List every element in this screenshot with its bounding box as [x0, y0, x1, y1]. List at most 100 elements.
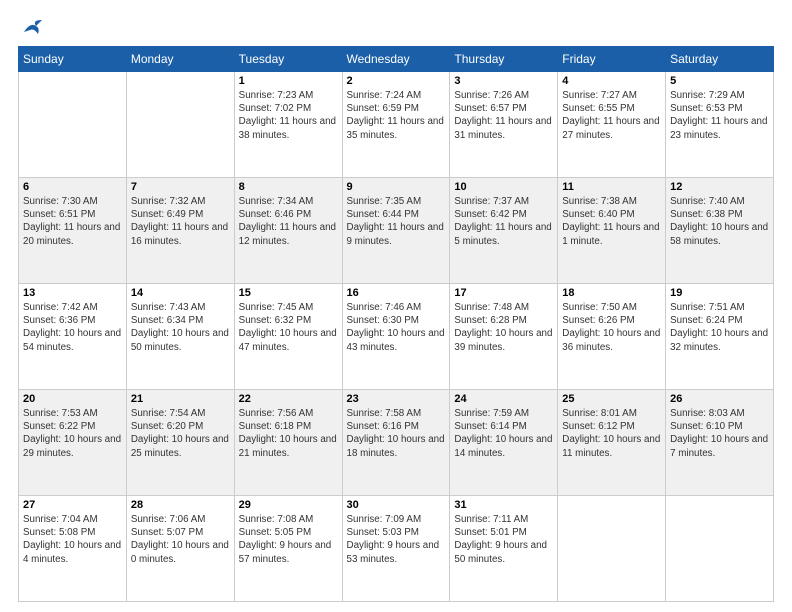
calendar-cell: 9 Sunrise: 7:35 AM Sunset: 6:44 PM Daylig…	[342, 178, 450, 284]
day-number: 30	[347, 499, 446, 511]
day-info: Sunrise: 7:54 AM Sunset: 6:20 PM Dayligh…	[131, 407, 230, 460]
calendar-cell: 15Sunrise: 7:45 AM Sunset: 6:32 PM Dayli…	[234, 284, 342, 390]
day-info: Sunrise: 7:38 AM Sunset: 6:40 PM Dayligh…	[562, 195, 661, 248]
day-number: 8	[239, 181, 338, 193]
day-number: 17	[454, 287, 553, 299]
calendar-cell: 20Sunrise: 7:53 AM Sunset: 6:22 PM Dayli…	[19, 390, 127, 496]
col-header-sunday: Sunday	[19, 47, 127, 72]
day-number: 29	[239, 499, 338, 511]
calendar-cell: 27 Sunrise: 7:04 AM Sunset: 5:08 PM Dayli…	[19, 496, 127, 602]
logo	[18, 18, 46, 36]
day-number: 19	[670, 287, 769, 299]
day-number: 26	[670, 393, 769, 405]
calendar-header-row: SundayMondayTuesdayWednesdayThursdayFrid…	[19, 47, 774, 72]
calendar-week-row: 1 Sunrise: 7:23 AM Sunset: 7:02 PM Daylig…	[19, 72, 774, 178]
day-number: 16	[347, 287, 446, 299]
day-number: 11	[562, 181, 661, 193]
day-number: 25	[562, 393, 661, 405]
day-info: Sunrise: 7:29 AM Sunset: 6:53 PM Dayligh…	[670, 89, 769, 142]
calendar-week-row: 20Sunrise: 7:53 AM Sunset: 6:22 PM Dayli…	[19, 390, 774, 496]
calendar-week-row: 13 Sunrise: 7:42 AM Sunset: 6:36 PM Dayli…	[19, 284, 774, 390]
day-number: 12	[670, 181, 769, 193]
day-number: 27	[23, 499, 122, 511]
day-number: 1	[239, 75, 338, 87]
day-info: Sunrise: 7:30 AM Sunset: 6:51 PM Dayligh…	[23, 195, 122, 248]
day-info: Sunrise: 7:50 AM Sunset: 6:26 PM Dayligh…	[562, 301, 661, 354]
calendar-cell: 13 Sunrise: 7:42 AM Sunset: 6:36 PM Dayli…	[19, 284, 127, 390]
calendar-cell	[126, 72, 234, 178]
col-header-friday: Friday	[558, 47, 666, 72]
day-number: 24	[454, 393, 553, 405]
day-info: Sunrise: 7:09 AM Sunset: 5:03 PM Dayligh…	[347, 513, 446, 566]
calendar-cell: 23 Sunrise: 7:58 AM Sunset: 6:16 PM Dayli…	[342, 390, 450, 496]
day-number: 3	[454, 75, 553, 87]
header	[18, 18, 774, 36]
calendar-cell: 6 Sunrise: 7:30 AM Sunset: 6:51 PM Daylig…	[19, 178, 127, 284]
day-info: Sunrise: 7:48 AM Sunset: 6:28 PM Dayligh…	[454, 301, 553, 354]
day-number: 28	[131, 499, 230, 511]
calendar-cell: 22Sunrise: 7:56 AM Sunset: 6:18 PM Dayli…	[234, 390, 342, 496]
calendar-cell: 2Sunrise: 7:24 AM Sunset: 6:59 PM Daylig…	[342, 72, 450, 178]
day-info: Sunrise: 8:01 AM Sunset: 6:12 PM Dayligh…	[562, 407, 661, 460]
day-info: Sunrise: 8:03 AM Sunset: 6:10 PM Dayligh…	[670, 407, 769, 460]
day-number: 6	[23, 181, 122, 193]
calendar-cell: 16 Sunrise: 7:46 AM Sunset: 6:30 PM Dayli…	[342, 284, 450, 390]
day-number: 9	[347, 181, 446, 193]
calendar-cell: 8Sunrise: 7:34 AM Sunset: 6:46 PM Daylig…	[234, 178, 342, 284]
calendar-week-row: 6 Sunrise: 7:30 AM Sunset: 6:51 PM Daylig…	[19, 178, 774, 284]
col-header-thursday: Thursday	[450, 47, 558, 72]
calendar: SundayMondayTuesdayWednesdayThursdayFrid…	[18, 46, 774, 602]
calendar-cell: 31Sunrise: 7:11 AM Sunset: 5:01 PM Dayli…	[450, 496, 558, 602]
day-info: Sunrise: 7:46 AM Sunset: 6:30 PM Dayligh…	[347, 301, 446, 354]
col-header-monday: Monday	[126, 47, 234, 72]
day-number: 18	[562, 287, 661, 299]
day-info: Sunrise: 7:51 AM Sunset: 6:24 PM Dayligh…	[670, 301, 769, 354]
day-info: Sunrise: 7:40 AM Sunset: 6:38 PM Dayligh…	[670, 195, 769, 248]
calendar-cell	[558, 496, 666, 602]
calendar-cell: 18 Sunrise: 7:50 AM Sunset: 6:26 PM Dayli…	[558, 284, 666, 390]
calendar-cell: 3 Sunrise: 7:26 AM Sunset: 6:57 PM Daylig…	[450, 72, 558, 178]
calendar-cell	[666, 496, 774, 602]
day-info: Sunrise: 7:24 AM Sunset: 6:59 PM Dayligh…	[347, 89, 446, 142]
calendar-cell: 1 Sunrise: 7:23 AM Sunset: 7:02 PM Daylig…	[234, 72, 342, 178]
day-info: Sunrise: 7:37 AM Sunset: 6:42 PM Dayligh…	[454, 195, 553, 248]
day-info: Sunrise: 7:53 AM Sunset: 6:22 PM Dayligh…	[23, 407, 122, 460]
day-info: Sunrise: 7:06 AM Sunset: 5:07 PM Dayligh…	[131, 513, 230, 566]
day-info: Sunrise: 7:23 AM Sunset: 7:02 PM Dayligh…	[239, 89, 338, 142]
calendar-cell: 26 Sunrise: 8:03 AM Sunset: 6:10 PM Dayli…	[666, 390, 774, 496]
day-info: Sunrise: 7:32 AM Sunset: 6:49 PM Dayligh…	[131, 195, 230, 248]
calendar-cell: 4 Sunrise: 7:27 AM Sunset: 6:55 PM Daylig…	[558, 72, 666, 178]
calendar-cell: 10 Sunrise: 7:37 AM Sunset: 6:42 PM Dayli…	[450, 178, 558, 284]
logo-bird-icon	[22, 18, 44, 36]
day-number: 22	[239, 393, 338, 405]
day-info: Sunrise: 7:58 AM Sunset: 6:16 PM Dayligh…	[347, 407, 446, 460]
day-number: 10	[454, 181, 553, 193]
calendar-cell: 19 Sunrise: 7:51 AM Sunset: 6:24 PM Dayli…	[666, 284, 774, 390]
col-header-tuesday: Tuesday	[234, 47, 342, 72]
day-number: 23	[347, 393, 446, 405]
day-number: 5	[670, 75, 769, 87]
day-info: Sunrise: 7:27 AM Sunset: 6:55 PM Dayligh…	[562, 89, 661, 142]
day-info: Sunrise: 7:59 AM Sunset: 6:14 PM Dayligh…	[454, 407, 553, 460]
day-number: 4	[562, 75, 661, 87]
day-number: 13	[23, 287, 122, 299]
day-info: Sunrise: 7:11 AM Sunset: 5:01 PM Dayligh…	[454, 513, 553, 566]
calendar-cell: 17 Sunrise: 7:48 AM Sunset: 6:28 PM Dayli…	[450, 284, 558, 390]
calendar-cell: 24 Sunrise: 7:59 AM Sunset: 6:14 PM Dayli…	[450, 390, 558, 496]
day-info: Sunrise: 7:04 AM Sunset: 5:08 PM Dayligh…	[23, 513, 122, 566]
calendar-cell: 21Sunrise: 7:54 AM Sunset: 6:20 PM Dayli…	[126, 390, 234, 496]
day-info: Sunrise: 7:45 AM Sunset: 6:32 PM Dayligh…	[239, 301, 338, 354]
calendar-week-row: 27 Sunrise: 7:04 AM Sunset: 5:08 PM Dayli…	[19, 496, 774, 602]
calendar-cell: 28 Sunrise: 7:06 AM Sunset: 5:07 PM Dayli…	[126, 496, 234, 602]
day-number: 14	[131, 287, 230, 299]
calendar-cell: 5 Sunrise: 7:29 AM Sunset: 6:53 PM Daylig…	[666, 72, 774, 178]
calendar-cell: 30 Sunrise: 7:09 AM Sunset: 5:03 PM Dayli…	[342, 496, 450, 602]
day-info: Sunrise: 7:08 AM Sunset: 5:05 PM Dayligh…	[239, 513, 338, 566]
calendar-cell: 29 Sunrise: 7:08 AM Sunset: 5:05 PM Dayli…	[234, 496, 342, 602]
day-info: Sunrise: 7:43 AM Sunset: 6:34 PM Dayligh…	[131, 301, 230, 354]
day-info: Sunrise: 7:42 AM Sunset: 6:36 PM Dayligh…	[23, 301, 122, 354]
day-info: Sunrise: 7:26 AM Sunset: 6:57 PM Dayligh…	[454, 89, 553, 142]
calendar-cell: 11 Sunrise: 7:38 AM Sunset: 6:40 PM Dayli…	[558, 178, 666, 284]
day-info: Sunrise: 7:35 AM Sunset: 6:44 PM Dayligh…	[347, 195, 446, 248]
day-number: 7	[131, 181, 230, 193]
